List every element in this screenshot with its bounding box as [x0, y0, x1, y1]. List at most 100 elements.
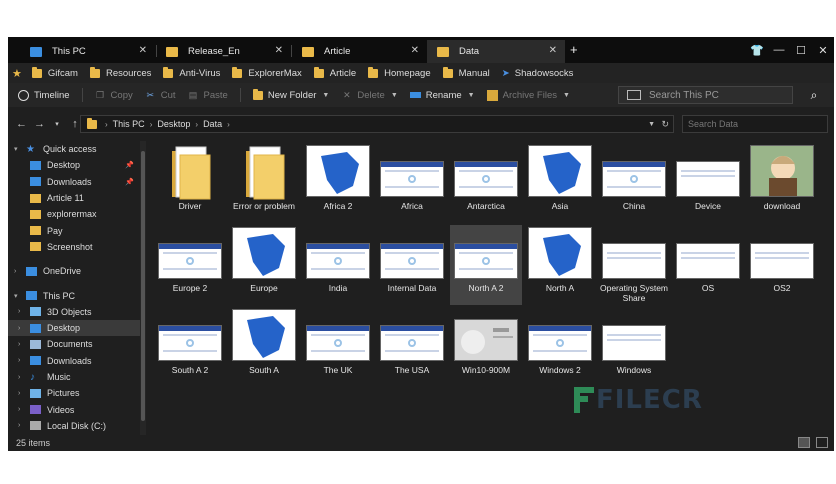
file-item-asia[interactable]: Asia [524, 143, 596, 223]
file-item-europe-2[interactable]: Europe 2 [154, 225, 226, 305]
chevron-down-icon[interactable]: ▾ [14, 145, 18, 153]
up-arrow-icon[interactable]: ↑ [70, 118, 80, 130]
forward-arrow-icon[interactable]: → [34, 118, 45, 130]
new-tab-button[interactable]: + [570, 42, 578, 57]
file-item-india[interactable]: India [302, 225, 374, 305]
chevron-down-icon[interactable]: ▾ [14, 292, 18, 300]
file-item-the-usa[interactable]: The USA [376, 307, 448, 387]
file-item-china[interactable]: China [598, 143, 670, 223]
favorite-gifcam[interactable]: Gifcam [31, 66, 78, 79]
archive-files-button[interactable]: Archive Files ▼ [486, 89, 570, 101]
close-icon[interactable]: ✕ [139, 45, 147, 56]
sidebar-item-pictures[interactable]: › Pictures [8, 385, 140, 401]
sidebar-item-screenshot[interactable]: Screenshot [8, 239, 140, 255]
timeline-button[interactable]: Timeline [18, 89, 70, 101]
minimize-button[interactable]: — [768, 44, 790, 56]
sidebar-item-desktop[interactable]: › Desktop [8, 319, 140, 337]
file-item-error-or-problem[interactable]: Error or problem [228, 143, 300, 223]
chevron-right-icon[interactable]: › [18, 325, 20, 332]
file-item-antarctica[interactable]: Antarctica [450, 143, 522, 223]
sidebar-item-downloads[interactable]: Downloads 📌 [8, 174, 140, 190]
favorite-explorermax[interactable]: ExplorerMax [232, 66, 302, 79]
chevron-right-icon[interactable]: › [18, 406, 20, 413]
chevron-right-icon[interactable]: › [18, 341, 20, 348]
file-item-europe[interactable]: Europe [228, 225, 300, 305]
file-item-africa[interactable]: Africa [376, 143, 448, 223]
file-item-driver[interactable]: Driver [154, 143, 226, 223]
sidebar-item-article-11[interactable]: Article 11 [8, 190, 140, 206]
close-icon[interactable]: ✕ [549, 45, 557, 56]
tab-release-en[interactable]: Release_En ✕ [156, 40, 291, 63]
favorite-resources[interactable]: Resources [89, 66, 151, 79]
close-icon[interactable]: ✕ [411, 45, 419, 56]
rename-button[interactable]: Rename ▼ [409, 90, 475, 101]
sidebar-scrollbar[interactable] [140, 141, 146, 435]
close-window-button[interactable]: ✕ [812, 44, 834, 57]
refresh-icon[interactable]: ↻ [661, 119, 669, 130]
shirt-icon[interactable]: 👕 [746, 44, 768, 57]
filecr-watermark: FILECR [570, 385, 703, 415]
sidebar-item-desktop[interactable]: Desktop 📌 [8, 157, 140, 173]
cut-button[interactable]: ✂ Cut [145, 90, 175, 101]
file-item-os[interactable]: OS [672, 225, 744, 305]
chevron-right-icon[interactable]: › [18, 308, 20, 315]
file-item-windows-2[interactable]: Windows 2 [524, 307, 596, 387]
file-item-operating-system-share[interactable]: Operating System Share [598, 225, 670, 305]
sidebar-item-onedrive[interactable]: › OneDrive [8, 263, 140, 279]
file-item-download[interactable]: download [746, 143, 818, 223]
file-item-os2[interactable]: OS2 [746, 225, 818, 305]
breadcrumb-desktop[interactable]: Desktop [157, 119, 190, 129]
favorite-article[interactable]: Article [313, 66, 356, 79]
chevron-down-icon[interactable]: ▼ [648, 121, 655, 128]
tab-data[interactable]: Data ✕ [427, 40, 565, 63]
large-icons-view-icon[interactable] [816, 437, 828, 448]
chevron-right-icon[interactable]: › [18, 390, 20, 397]
copy-button[interactable]: ❐ Copy [95, 90, 133, 101]
sidebar-item-documents[interactable]: › Documents [8, 336, 140, 352]
favorite-manual[interactable]: Manual [442, 66, 490, 79]
details-view-icon[interactable] [798, 437, 810, 448]
sidebar-item-pay[interactable]: Pay [8, 222, 140, 238]
favorite-anti-virus[interactable]: Anti-Virus [163, 66, 220, 79]
file-item-internal-data[interactable]: Internal Data [376, 225, 448, 305]
chevron-right-icon[interactable]: › [14, 268, 16, 275]
folder-icon [442, 66, 453, 78]
sidebar-item-explorermax[interactable]: explorermax [8, 206, 140, 222]
sidebar-item-quick-access[interactable]: ▾ ★ Quick access [8, 141, 140, 157]
file-item-africa-2[interactable]: Africa 2 [302, 143, 374, 223]
file-item-south-a[interactable]: South A [228, 307, 300, 387]
sidebar-item-downloads[interactable]: › Downloads [8, 353, 140, 369]
paste-button[interactable]: ▤ Paste [188, 90, 228, 101]
file-item-south-a-2[interactable]: South A 2 [154, 307, 226, 387]
new-folder-button[interactable]: New Folder ▼ [252, 88, 329, 101]
file-item-north-a[interactable]: North A [524, 225, 596, 305]
sidebar-item-local-disk-c[interactable]: › Local Disk (C:) [8, 418, 140, 434]
back-arrow-icon[interactable]: ← [16, 118, 27, 130]
file-item-win10-900m[interactable]: Win10-900M [450, 307, 522, 387]
breadcrumb-data[interactable]: Data [203, 119, 222, 129]
file-item-north-a-2[interactable]: North A 2 [450, 225, 522, 305]
delete-button[interactable]: ✕ Delete ▼ [341, 90, 398, 101]
close-icon[interactable]: ✕ [275, 45, 283, 56]
breadcrumb-this-pc[interactable]: This PC [113, 119, 145, 129]
search-data-input[interactable]: Search Data [682, 115, 828, 133]
favorite-homepage[interactable]: Homepage [368, 66, 431, 79]
search-this-pc-input[interactable]: Search This PC [618, 86, 793, 104]
address-bar[interactable]: › This PC › Desktop › Data › ▼ ↻ [80, 115, 674, 133]
sidebar-item-music[interactable]: › ♪ Music [8, 369, 140, 385]
search-icon[interactable]: ⌕ [804, 86, 824, 104]
sidebar-item-3d-objects[interactable]: › 3D Objects [8, 304, 140, 320]
file-item-the-uk[interactable]: The UK [302, 307, 374, 387]
file-item-device[interactable]: Device [672, 143, 744, 223]
chevron-down-icon[interactable]: ▾ [52, 120, 62, 128]
favorite-shadowsocks[interactable]: ➤ Shadowsocks [502, 68, 574, 79]
tab-article[interactable]: Article ✕ [292, 40, 427, 63]
sidebar-item-this-pc[interactable]: ▾ This PC [8, 287, 140, 303]
tab-this-pc[interactable]: This PC ✕ [20, 40, 155, 63]
chevron-right-icon[interactable]: › [18, 374, 20, 381]
chevron-right-icon[interactable]: › [18, 422, 20, 429]
maximize-button[interactable]: ☐ [790, 44, 812, 57]
sidebar-item-videos[interactable]: › Videos [8, 401, 140, 417]
file-item-windows[interactable]: Windows [598, 307, 670, 387]
chevron-right-icon[interactable]: › [18, 357, 20, 364]
